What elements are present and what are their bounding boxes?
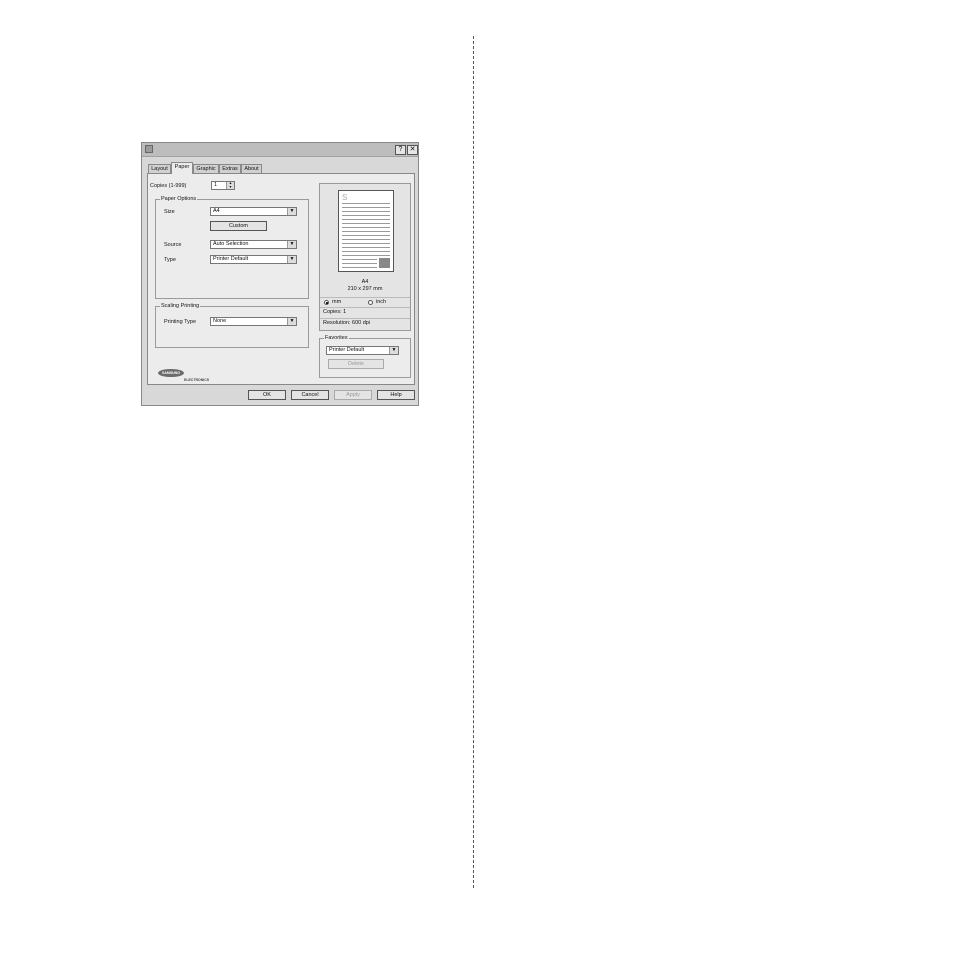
page-text-line [342,255,390,256]
paper-options-group: Paper Options Size A4 ▼ Custom Source Au… [155,196,309,299]
chevron-down-icon[interactable]: ▼ [389,347,398,354]
delete-button[interactable]: Delete [328,359,384,369]
help-title-button[interactable]: ? [395,145,406,155]
page-text-line [342,251,390,252]
page-text-line [342,207,390,208]
page-text-line [342,259,377,260]
size-label: Size [164,209,175,215]
copies-info: Copies: 1 [323,309,347,315]
copies-value: 1 [214,182,218,188]
resolution-info: Resolution: 600 dpi [323,320,371,326]
type-select[interactable]: Printer Default ▼ [210,255,297,264]
page-text-line [342,223,390,224]
favorites-select[interactable]: Printer Default ▼ [326,346,399,355]
favorites-group: Favorites Printer Default ▼ Delete [319,335,411,378]
source-select[interactable]: Auto Selection ▼ [210,240,297,249]
page-letter: S [342,193,348,202]
page-text-line [342,231,390,232]
printing-type-select[interactable]: None ▼ [210,317,297,326]
page-text-line [342,227,390,228]
printer-properties-dialog: ? ✕ Layout Paper Graphic Extras About Co… [141,142,419,406]
paper-name: A4 [361,279,369,285]
paper-dimensions: 210 x 297 mm [347,286,383,292]
tab-paper[interactable]: Paper [171,162,193,174]
chevron-down-icon[interactable]: ▼ [287,318,296,325]
source-label: Source [164,242,182,248]
tab-about[interactable]: About [241,164,262,173]
page-preview: S [338,190,394,272]
apply-button[interactable]: Apply [334,390,372,400]
paper-preview: S A4 210 x 297 mm mm inch Copies: 1 Reso… [319,183,411,331]
chevron-down-icon[interactable]: ▼ [287,208,296,215]
tab-graphic[interactable]: Graphic [193,164,219,173]
unit-inch-label: inch [376,299,387,305]
spin-arrows-icon[interactable]: ▲ ▼ [226,181,234,189]
printer-icon [145,145,153,153]
page-text-line [342,247,390,248]
page-text-line [342,203,390,204]
copies-spinner[interactable]: 1 ▲ ▼ [211,181,235,190]
tab-layout[interactable]: Layout [148,164,171,173]
page-block [379,258,390,268]
page-text-line [342,263,377,264]
title-bar: ? ✕ [142,143,418,157]
page-text-line [342,219,390,220]
page-text-line [342,267,377,268]
copies-label: Copies (1-999) [150,183,187,189]
page-divider [473,36,474,888]
help-button[interactable]: Help [377,390,415,400]
page-text-line [342,239,390,240]
unit-mm-radio[interactable] [324,300,329,305]
page-text-line [342,215,390,216]
paper-tab-panel: Copies (1-999) 1 ▲ ▼ Paper Options Size A… [147,173,415,385]
close-icon[interactable]: ✕ [407,145,418,155]
favorites-label: Favorites [324,335,349,341]
unit-inch-radio[interactable] [368,300,373,305]
samsung-logo: SAMSUNG [158,369,184,377]
tab-extras[interactable]: Extras [219,164,241,173]
printing-type-label: Printing Type [164,319,197,325]
ok-button[interactable]: OK [248,390,286,400]
chevron-down-icon[interactable]: ▼ [287,241,296,248]
chevron-down-icon[interactable]: ▼ [287,256,296,263]
scaling-printing-label: Scaling Printing [160,303,201,309]
size-select[interactable]: A4 ▼ [210,207,297,216]
type-label: Type [164,257,176,263]
unit-mm-label: mm [332,299,342,305]
page-text-line [342,243,390,244]
cancel-button[interactable]: Cancel [291,390,329,400]
electronics-label: ELECTRONICS [184,378,210,382]
page-text-line [342,211,390,212]
paper-options-label: Paper Options [160,196,198,202]
scaling-printing-group: Scaling Printing Printing Type None ▼ [155,303,309,348]
page-text-line [342,235,390,236]
custom-button[interactable]: Custom [210,221,267,231]
